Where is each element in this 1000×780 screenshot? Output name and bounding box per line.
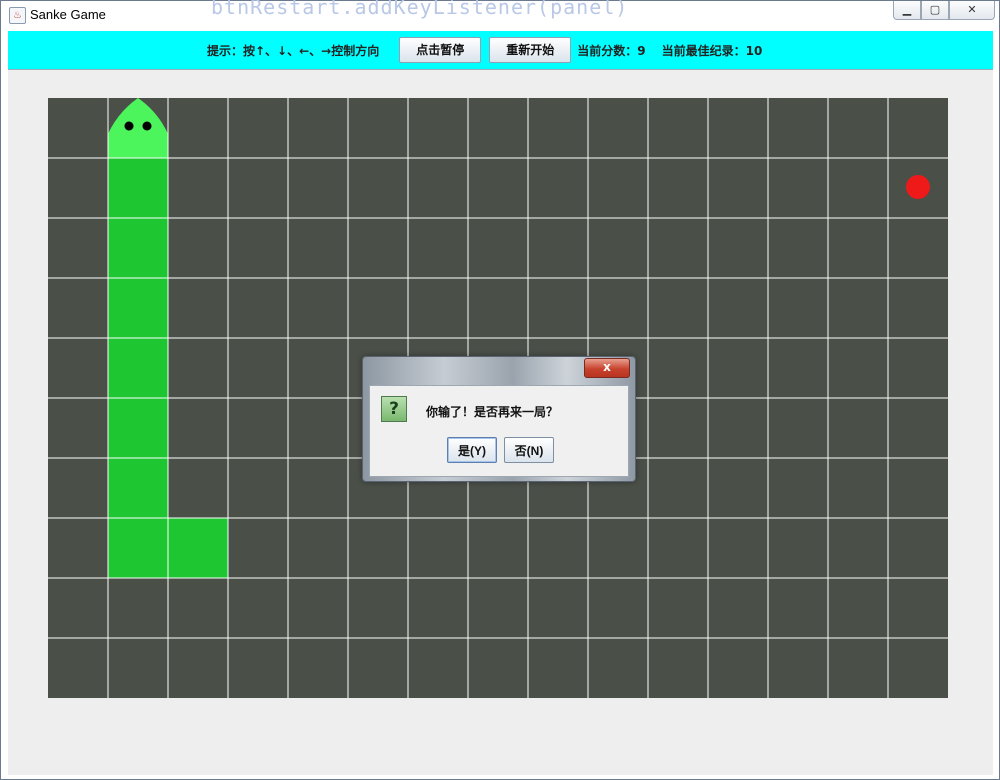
snake-body-segment bbox=[108, 338, 168, 398]
pause-button[interactable]: 点击暂停 bbox=[399, 37, 482, 63]
java-app-icon: ♨ bbox=[9, 7, 26, 24]
snake-body-segment bbox=[108, 518, 168, 578]
dialog-body: ? 你输了！是否再来一局？ 是(Y) 否(N) bbox=[369, 385, 629, 477]
dialog-message: 你输了！是否再来一局？ bbox=[426, 405, 559, 419]
close-window-button[interactable]: ✕ bbox=[949, 1, 995, 20]
snake-body-segment bbox=[108, 158, 168, 218]
no-button[interactable]: 否(N) bbox=[504, 437, 554, 463]
snake-body-segment bbox=[168, 518, 228, 578]
snake-eye-left bbox=[124, 121, 134, 131]
snake-body-segment bbox=[108, 398, 168, 458]
direction-hint: 提示：按↑、↓、←、→控制方向 bbox=[207, 43, 380, 58]
control-bar: 提示：按↑、↓、←、→控制方向 点击暂停 重新开始 当前分数：9 当前最佳纪录：… bbox=[8, 31, 993, 70]
window-controls: ▁ ▢ ✕ bbox=[893, 1, 995, 21]
window-title: Sanke Game bbox=[30, 7, 106, 22]
background-code-text: btnRestart.addKeyListener(panel) bbox=[211, 0, 629, 19]
food-dot bbox=[906, 175, 930, 199]
minimize-button[interactable]: ▁ bbox=[893, 1, 921, 20]
question-icon: ? bbox=[381, 396, 407, 422]
best-record: 当前最佳纪录：10 bbox=[661, 43, 763, 58]
snake-body-segment bbox=[108, 278, 168, 338]
snake-eye-right bbox=[142, 121, 152, 131]
yes-button[interactable]: 是(Y) bbox=[447, 437, 497, 463]
restart-button[interactable]: 重新开始 bbox=[489, 37, 572, 63]
snake-body-segment bbox=[108, 458, 168, 518]
current-score: 当前分数：9 bbox=[577, 43, 646, 58]
maximize-button[interactable]: ▢ bbox=[921, 1, 949, 20]
title-bar[interactable]: ♨ Sanke Game btnRestart.addKeyListener(p… bbox=[1, 0, 999, 29]
snake-body-segment bbox=[108, 218, 168, 278]
game-over-dialog: x ? 你输了！是否再来一局？ 是(Y) 否(N) bbox=[362, 356, 636, 482]
dialog-close-button[interactable]: x bbox=[584, 358, 630, 378]
